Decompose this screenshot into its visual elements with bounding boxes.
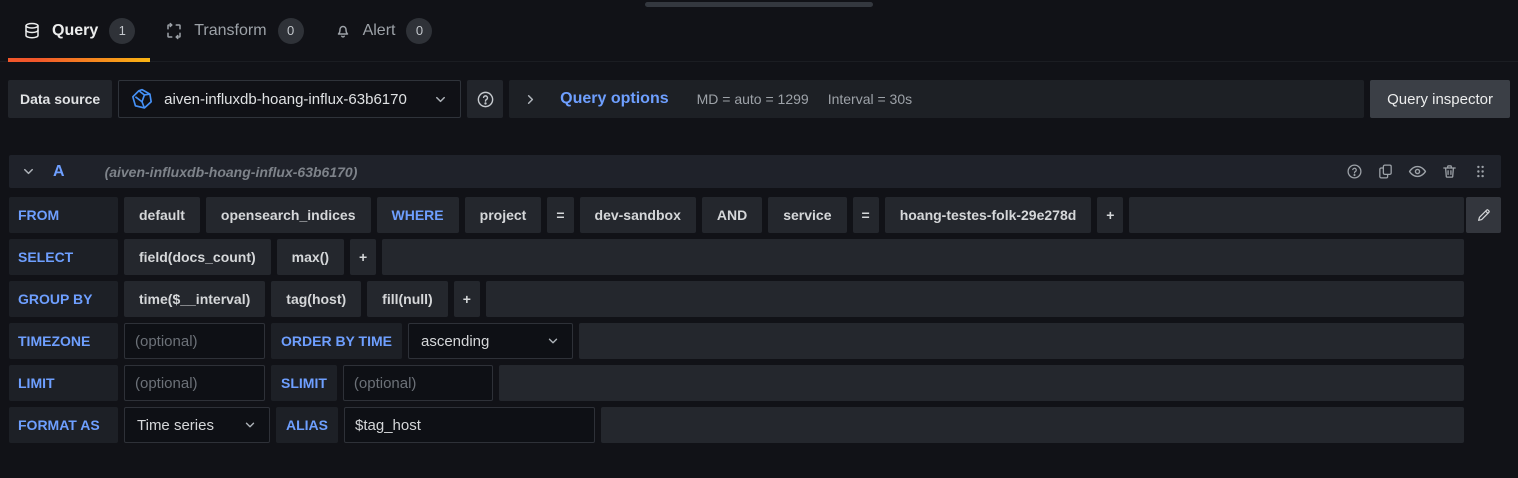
group-by-fill-segment[interactable]: fill(null) xyxy=(367,281,448,317)
datasource-toolbar: Data source aiven-influxdb-hoang-influx-… xyxy=(8,80,1510,118)
row-filler xyxy=(1129,197,1464,233)
where-tag-key-segment[interactable]: project xyxy=(465,197,542,233)
row-filler xyxy=(382,239,1464,275)
duplicate-query-button[interactable] xyxy=(1377,163,1394,180)
add-select-plus-button[interactable]: + xyxy=(350,239,376,275)
format-as-select[interactable]: Time series xyxy=(124,407,270,443)
timezone-row: TIMEZONE ORDER BY TIME ascending xyxy=(9,323,1464,359)
order-by-time-select[interactable]: ascending xyxy=(408,323,573,359)
from-label: FROM xyxy=(9,197,118,233)
interval-summary: Interval = 30s xyxy=(828,91,912,107)
limit-input[interactable] xyxy=(124,365,265,401)
query-builder-rows: FROM default opensearch_indices WHERE pr… xyxy=(9,188,1501,443)
limit-row: LIMIT SLIMIT xyxy=(9,365,1464,401)
order-by-time-label: ORDER BY TIME xyxy=(271,323,402,359)
where-tag-value-segment[interactable]: dev-sandbox xyxy=(580,197,696,233)
query-inspector-button[interactable]: Query inspector xyxy=(1370,80,1510,118)
tab-label: Query xyxy=(52,22,98,40)
collapse-query-icon[interactable] xyxy=(21,164,36,179)
chevron-down-icon xyxy=(243,418,257,432)
format-as-label: FORMAT AS xyxy=(9,407,118,443)
tab-query[interactable]: Query 1 xyxy=(8,0,150,61)
question-circle-icon xyxy=(476,90,495,109)
from-measurement-segment[interactable]: opensearch_indices xyxy=(206,197,371,233)
limit-label: LIMIT xyxy=(9,365,118,401)
timezone-label: TIMEZONE xyxy=(9,323,118,359)
select-row: SELECT field(docs_count) max() + xyxy=(9,239,1464,275)
query-options-label: Query options xyxy=(560,90,668,108)
active-tab-indicator xyxy=(8,58,150,62)
hide-response-eye-icon[interactable] xyxy=(1408,162,1427,181)
remove-query-trash-icon[interactable] xyxy=(1441,163,1458,180)
tab-label: Transform xyxy=(194,22,266,40)
select-label: SELECT xyxy=(9,239,118,275)
chevron-down-icon xyxy=(433,92,448,107)
slimit-label: SLIMIT xyxy=(271,365,337,401)
format-as-value: Time series xyxy=(137,417,214,434)
tab-transform[interactable]: Transform 0 xyxy=(150,0,318,61)
where-condition-segment[interactable]: AND xyxy=(702,197,762,233)
panel-editor-screen: Query 1 Transform 0 Alert xyxy=(0,0,1518,478)
select-field-segment[interactable]: field(docs_count) xyxy=(124,239,271,275)
format-as-row: FORMAT AS Time series ALIAS xyxy=(9,407,1464,443)
query-help-button[interactable] xyxy=(1346,163,1363,180)
datasource-label: Data source xyxy=(8,80,112,118)
datasource-help-button[interactable] xyxy=(467,80,503,118)
where-keyword-segment[interactable]: WHERE xyxy=(377,197,459,233)
drag-dots-icon[interactable] xyxy=(1472,163,1489,180)
where-operator-segment[interactable]: = xyxy=(853,197,879,233)
tab-alert[interactable]: Alert 0 xyxy=(319,0,448,61)
select-aggregation-segment[interactable]: max() xyxy=(277,239,344,275)
query-options-header[interactable]: Query options MD = auto = 1299 Interval … xyxy=(509,80,1364,118)
add-condition-plus-button[interactable]: + xyxy=(1097,197,1123,233)
datasource-name: aiven-influxdb-hoang-influx-63b6170 xyxy=(164,91,407,108)
tab-label: Alert xyxy=(363,22,396,40)
alias-label: ALIAS xyxy=(276,407,338,443)
row-filler xyxy=(601,407,1464,443)
timezone-input[interactable] xyxy=(124,323,265,359)
bell-icon xyxy=(334,22,352,40)
raw-query-edit-button[interactable] xyxy=(1466,197,1501,233)
row-filler xyxy=(579,323,1464,359)
query-header-actions xyxy=(1346,162,1489,181)
from-row: FROM default opensearch_indices WHERE pr… xyxy=(9,197,1501,233)
query-editor-card: A (aiven-influxdb-hoang-influx-63b6170) xyxy=(9,155,1501,443)
add-group-by-plus-button[interactable]: + xyxy=(454,281,480,317)
where-operator-segment[interactable]: = xyxy=(547,197,573,233)
where-tag-key-segment[interactable]: service xyxy=(768,197,846,233)
alias-input[interactable] xyxy=(344,407,595,443)
group-by-time-segment[interactable]: time($__interval) xyxy=(124,281,265,317)
row-filler xyxy=(499,365,1464,401)
max-data-points-summary: MD = auto = 1299 xyxy=(697,91,809,107)
group-by-row: GROUP BY time($__interval) tag(host) fil… xyxy=(9,281,1464,317)
influxdb-icon xyxy=(131,88,153,110)
database-icon xyxy=(23,22,41,40)
angle-right-icon xyxy=(523,92,538,107)
tab-count-badge: 0 xyxy=(278,18,304,44)
query-datasource-hint: (aiven-influxdb-hoang-influx-63b6170) xyxy=(105,164,358,180)
pane-resize-handle[interactable] xyxy=(645,2,873,7)
pencil-icon xyxy=(1476,207,1492,223)
editor-tabbar: Query 1 Transform 0 Alert xyxy=(0,0,1518,62)
datasource-picker[interactable]: aiven-influxdb-hoang-influx-63b6170 xyxy=(118,80,461,118)
from-policy-segment[interactable]: default xyxy=(124,197,200,233)
row-filler xyxy=(486,281,1464,317)
group-by-tag-segment[interactable]: tag(host) xyxy=(271,281,361,317)
query-header: A (aiven-influxdb-hoang-influx-63b6170) xyxy=(9,155,1501,188)
order-by-time-value: ascending xyxy=(421,333,489,350)
transform-icon xyxy=(165,22,183,40)
tab-count-badge: 1 xyxy=(109,18,135,44)
tab-count-badge: 0 xyxy=(406,18,432,44)
slimit-input[interactable] xyxy=(343,365,493,401)
group-by-label: GROUP BY xyxy=(9,281,118,317)
chevron-down-icon xyxy=(546,334,560,348)
where-tag-value-segment[interactable]: hoang-testes-folk-29e278d xyxy=(885,197,1092,233)
query-ref-id: A xyxy=(53,163,65,181)
